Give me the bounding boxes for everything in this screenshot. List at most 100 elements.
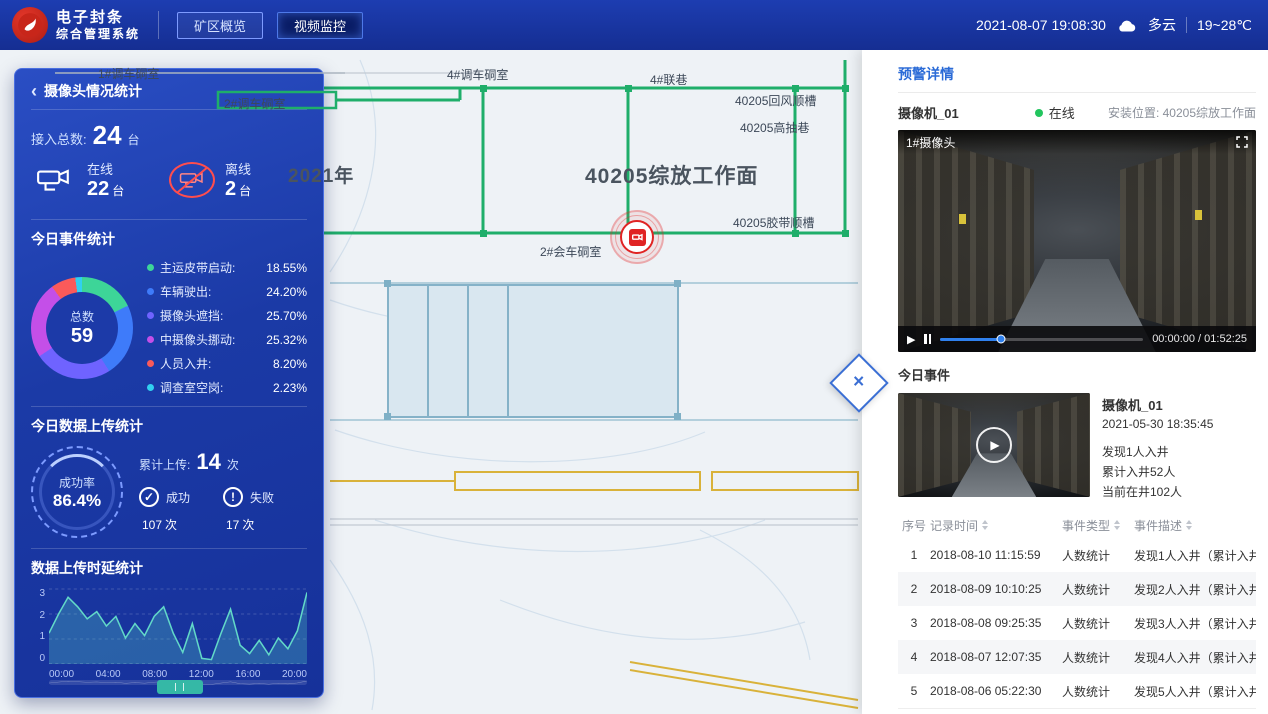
alert-panel-title: 预警详情 bbox=[898, 56, 1256, 93]
sort-icon[interactable] bbox=[982, 520, 988, 530]
table-cell: 2018-08-09 10:10:25 bbox=[930, 582, 1062, 596]
table-header-label: 事件描述 bbox=[1134, 517, 1182, 534]
event-datetime: 2021-05-30 18:35:45 bbox=[1102, 417, 1213, 431]
video-title-bar: 1#摄像头 bbox=[898, 130, 1256, 154]
fail-label: 失败 bbox=[250, 489, 274, 506]
weather-condition: 多云 bbox=[1148, 15, 1176, 35]
success-fail-row: ✓ 成功 107次 ! 失败 17次 bbox=[139, 487, 307, 535]
fail-stat: ! 失败 17次 bbox=[223, 487, 307, 535]
events-table-head: 序号记录时间 事件类型 事件描述 bbox=[898, 512, 1256, 538]
success-check-icon: ✓ bbox=[139, 487, 159, 507]
legend-item: 调查室空岗:2.23% bbox=[147, 379, 307, 396]
fail-warn-icon: ! bbox=[223, 487, 243, 507]
latency-x-tick: 00:00 bbox=[49, 669, 74, 680]
top-header: 电子封条 综合管理系统 矿区概览视频监控 2021-08-07 19:08:30… bbox=[0, 0, 1268, 50]
main-tabs: 矿区概览视频监控 bbox=[177, 12, 363, 39]
table-header-cell[interactable]: 记录时间 bbox=[930, 517, 1062, 534]
camera-name: 摄像机_01 bbox=[898, 103, 959, 122]
app-title-line2: 综合管理系统 bbox=[56, 27, 140, 41]
fullscreen-icon[interactable] bbox=[1236, 136, 1248, 148]
tab-video-monitor[interactable]: 视频监控 bbox=[277, 12, 363, 39]
legend-value: 24.20% bbox=[266, 285, 307, 299]
sort-icon[interactable] bbox=[1114, 520, 1120, 530]
event-line1: 发现1人入井 bbox=[1102, 443, 1213, 460]
donut-center: 总数 59 bbox=[31, 277, 133, 379]
online-cameras: 在线 22台 bbox=[31, 159, 169, 201]
offline-label: 离线 bbox=[225, 159, 251, 178]
legend-value: 8.20% bbox=[273, 357, 307, 371]
legend-item: 车辆驶出:24.20% bbox=[147, 283, 307, 300]
latency-x-tick: 20:00 bbox=[282, 669, 307, 680]
table-row[interactable]: 22018-08-09 10:10:25人数统计发现2人入井（累计入井52人..… bbox=[898, 572, 1256, 606]
table-cell: 发现5人入井（累计入井52人... bbox=[1134, 683, 1256, 700]
table-cell: 1 bbox=[898, 548, 930, 562]
collapse-panel-icon[interactable]: ‹ bbox=[31, 82, 37, 100]
table-header-cell[interactable]: 事件类型 bbox=[1062, 517, 1134, 534]
table-cell: 2 bbox=[898, 582, 930, 596]
latency-chart-block: 3210 bbox=[31, 588, 307, 664]
event-donut-chart: 总数 59 bbox=[31, 277, 133, 379]
table-cell: 发现4人入井（累计入井52人... bbox=[1134, 649, 1256, 666]
legend-dot-icon bbox=[147, 288, 154, 295]
event-legend: 主运皮带启动:18.55%车辆驶出:24.20%摄像头遮挡:25.70%中摄像头… bbox=[147, 259, 307, 396]
latency-y-tick: 1 bbox=[31, 631, 45, 642]
latency-x-tick: 08:00 bbox=[142, 669, 167, 680]
tab-mine-overview[interactable]: 矿区概览 bbox=[177, 12, 263, 39]
latency-brush-handle[interactable] bbox=[157, 680, 203, 694]
video-progress-fill bbox=[940, 338, 1001, 341]
today-events-title: 今日事件 bbox=[898, 352, 1256, 393]
video-progress-track[interactable] bbox=[940, 338, 1143, 341]
table-cell: 2018-08-10 11:15:59 bbox=[930, 548, 1062, 562]
legend-value: 25.32% bbox=[266, 333, 307, 347]
alarm-camera-marker[interactable] bbox=[610, 210, 664, 264]
table-header-label: 序号 bbox=[902, 517, 926, 534]
table-cell: 人数统计 bbox=[1062, 615, 1134, 632]
latency-brush-track[interactable] bbox=[49, 680, 307, 685]
event-video-thumbnail[interactable]: ▶ bbox=[898, 393, 1090, 497]
header-right: 2021-08-07 19:08:30 多云 19~28℃ bbox=[976, 15, 1268, 35]
legend-dot-icon bbox=[147, 336, 154, 343]
video-progress-knob[interactable] bbox=[997, 335, 1006, 344]
online-unit: 台 bbox=[112, 184, 124, 198]
event-donut-block: 总数 59 主运皮带启动:18.55%车辆驶出:24.20%摄像头遮挡:25.7… bbox=[31, 259, 307, 396]
table-row[interactable]: 42018-08-07 12:07:35人数统计发现4人入井（累计入井52人..… bbox=[898, 640, 1256, 674]
online-texts: 在线 22台 bbox=[87, 159, 124, 201]
table-cell: 3 bbox=[898, 616, 930, 630]
table-cell: 2018-08-07 12:07:35 bbox=[930, 650, 1062, 664]
legend-dot-icon bbox=[147, 264, 154, 271]
live-video-player[interactable]: 1#摄像头 ▶ 00:00:00 / 01:52:25 bbox=[898, 130, 1256, 352]
access-total-value: 24 bbox=[93, 120, 122, 151]
table-row[interactable]: 52018-08-06 05:22:30人数统计发现5人入井（累计入井52人..… bbox=[898, 674, 1256, 708]
table-cell: 4 bbox=[898, 650, 930, 664]
donut-center-value: 59 bbox=[71, 325, 93, 348]
play-button[interactable]: ▶ bbox=[907, 333, 915, 346]
legend-dot-icon bbox=[147, 312, 154, 319]
upload-section-title: 今日数据上传统计 bbox=[31, 406, 307, 436]
offline-value: 2 bbox=[225, 178, 236, 200]
table-header-cell[interactable]: 事件描述 bbox=[1134, 517, 1256, 534]
online-value: 22 bbox=[87, 178, 109, 200]
tunnel-sign bbox=[1195, 210, 1202, 220]
events-table: 序号记录时间事件类型事件描述 12018-08-10 11:15:59人数统计发… bbox=[898, 512, 1256, 708]
events-table-body: 12018-08-10 11:15:59人数统计发现1人入井（累计入井52人..… bbox=[898, 538, 1256, 708]
upload-stats-block: 成功率 86.4% 累计上传: 14 次 ✓ 成功 107次 bbox=[31, 446, 307, 538]
online-status-dot bbox=[1035, 109, 1043, 117]
table-row[interactable]: 12018-08-10 11:15:59人数统计发现1人入井（累计入井52人..… bbox=[898, 538, 1256, 572]
camera-status-row: 在线 22台 离线 2台 bbox=[31, 159, 307, 201]
table-cell: 人数统计 bbox=[1062, 547, 1134, 564]
sort-icon[interactable] bbox=[1186, 520, 1192, 530]
table-header-label: 事件类型 bbox=[1062, 517, 1110, 534]
panel-title: 摄像头情况统计 bbox=[44, 81, 142, 101]
thumbnail-play-icon[interactable]: ▶ bbox=[976, 427, 1012, 463]
table-cell: 人数统计 bbox=[1062, 581, 1134, 598]
legend-value: 2.23% bbox=[273, 381, 307, 395]
install-location: 安装位置: 40205综放工作面 bbox=[1108, 104, 1256, 121]
success-stat: ✓ 成功 107次 bbox=[139, 487, 223, 535]
table-cell: 5 bbox=[898, 684, 930, 698]
gauge-label: 成功率 bbox=[59, 474, 95, 491]
table-row[interactable]: 32018-08-08 09:25:35人数统计发现3人入井（累计入井52人..… bbox=[898, 606, 1256, 640]
pause-button[interactable] bbox=[924, 334, 931, 344]
offline-cameras: 离线 2台 bbox=[169, 159, 307, 201]
fail-value: 17 bbox=[226, 518, 239, 532]
table-header-label: 记录时间 bbox=[930, 517, 978, 534]
